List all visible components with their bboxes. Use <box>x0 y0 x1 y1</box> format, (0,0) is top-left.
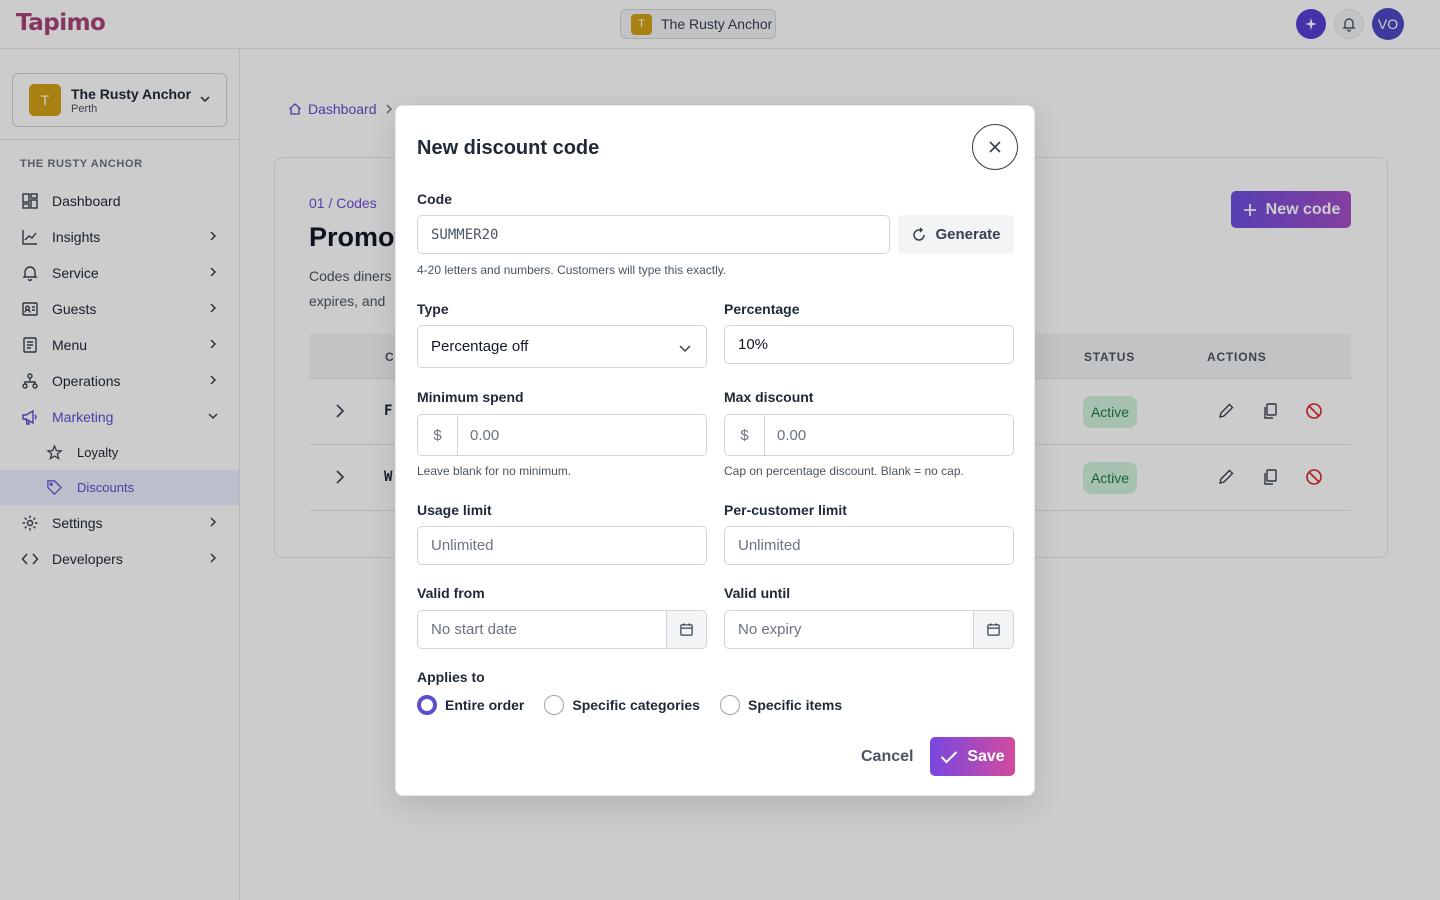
modal-title: New discount code <box>417 137 600 159</box>
calendar-icon <box>987 623 1000 636</box>
type-select[interactable]: Percentage off <box>417 325 707 368</box>
radio-label: Entire order <box>445 697 525 713</box>
calendar-button[interactable] <box>973 611 1013 648</box>
radio-label: Specific categories <box>572 697 700 713</box>
min-spend-field[interactable]: $ 0.00 <box>417 414 707 456</box>
code-input[interactable]: SUMMER20 <box>417 215 890 254</box>
min-spend-input[interactable]: 0.00 <box>458 415 706 455</box>
new-discount-modal: New discount code Code SUMMER20 Generate… <box>395 105 1035 796</box>
applies-to-group: Entire order Specific categories Specifi… <box>417 695 842 715</box>
valid-until-input[interactable]: No expiry <box>725 611 973 648</box>
currency-prefix: $ <box>725 415 765 455</box>
radio-specific-items[interactable]: Specific items <box>719 695 843 715</box>
radio-button-selected[interactable] <box>417 695 437 715</box>
save-button[interactable]: Save <box>930 737 1015 776</box>
radio-button[interactable] <box>719 695 740 715</box>
type-select-value: Percentage off <box>431 338 529 355</box>
cancel-button[interactable]: Cancel <box>861 748 913 766</box>
radio-specific-categories[interactable]: Specific categories <box>544 695 700 715</box>
applies-to-label: Applies to <box>417 669 485 685</box>
chevron-down-icon <box>679 345 691 353</box>
calendar-button[interactable] <box>666 611 706 648</box>
generate-label: Generate <box>935 226 1001 243</box>
save-label: Save <box>967 747 1005 765</box>
radio-label: Specific items <box>747 697 843 713</box>
valid-from-label: Valid from <box>417 585 485 601</box>
max-discount-hint: Cap on percentage discount. Blank = no c… <box>724 464 964 478</box>
generate-button[interactable]: Generate <box>898 215 1014 254</box>
check-icon <box>941 750 958 763</box>
percentage-label: Percentage <box>724 301 800 317</box>
refresh-icon <box>913 226 926 241</box>
valid-from-field[interactable]: No start date <box>417 610 707 649</box>
max-discount-field[interactable]: $ 0.00 <box>724 414 1014 456</box>
valid-until-field[interactable]: No expiry <box>724 610 1014 649</box>
max-discount-input[interactable]: 0.00 <box>765 415 1013 455</box>
code-hint: 4-20 letters and numbers. Customers will… <box>417 263 727 277</box>
usage-limit-label: Usage limit <box>417 502 492 518</box>
percentage-input[interactable]: 10% <box>724 325 1014 364</box>
per-customer-label: Per-customer limit <box>724 502 847 518</box>
radio-entire-order[interactable]: Entire order <box>417 695 524 715</box>
min-spend-label: Minimum spend <box>417 389 524 405</box>
usage-limit-input[interactable]: Unlimited <box>417 526 707 565</box>
code-label: Code <box>417 191 452 207</box>
close-icon <box>989 141 1001 153</box>
per-customer-input[interactable]: Unlimited <box>724 526 1014 565</box>
calendar-icon <box>680 623 693 636</box>
type-label: Type <box>417 301 449 317</box>
close-button[interactable] <box>972 124 1018 170</box>
valid-until-label: Valid until <box>724 585 791 601</box>
radio-button[interactable] <box>544 695 565 715</box>
valid-from-input[interactable]: No start date <box>418 611 666 648</box>
min-spend-hint: Leave blank for no minimum. <box>417 464 572 478</box>
currency-prefix: $ <box>418 415 458 455</box>
max-discount-label: Max discount <box>724 389 814 405</box>
